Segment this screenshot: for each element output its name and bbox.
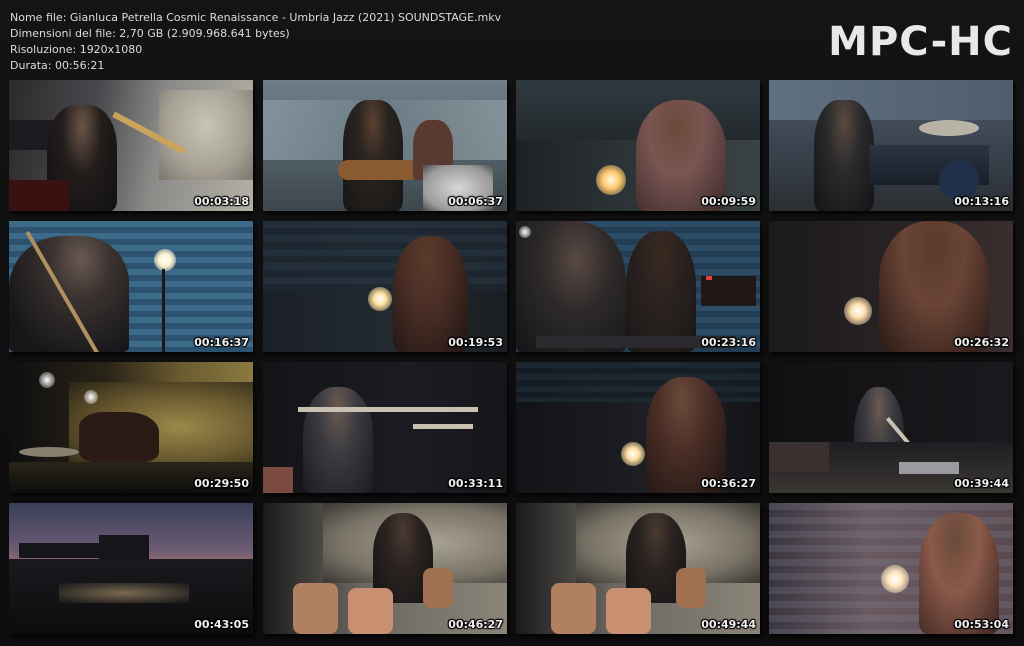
- video-frame: [516, 80, 760, 211]
- thumbnail-sheet: Nome file: Gianluca Petrella Cosmic Rena…: [0, 0, 1024, 646]
- video-frame: [263, 503, 507, 634]
- thumbnail: 00:09:59: [516, 80, 760, 211]
- thumbnail: 00:43:05: [9, 503, 253, 634]
- timestamp: 00:36:27: [701, 477, 756, 490]
- thumbnail: 00:19:53: [263, 221, 507, 352]
- video-frame: [263, 362, 507, 493]
- timestamp: 00:46:27: [448, 618, 503, 631]
- video-frame: [9, 503, 253, 634]
- thumbnail: 00:49:44: [516, 503, 760, 634]
- video-frame: [9, 362, 253, 493]
- timestamp: 00:13:16: [954, 195, 1009, 208]
- thumbnail: 00:13:16: [769, 80, 1013, 211]
- timestamp: 00:23:16: [701, 336, 756, 349]
- mpc-hc-logo: MPC-HC: [828, 19, 1013, 65]
- thumbnail: 00:26:32: [769, 221, 1013, 352]
- video-frame: [9, 221, 253, 352]
- video-frame: [516, 221, 760, 352]
- thumbnail: 00:33:11: [263, 362, 507, 493]
- thumbnail: 00:23:16: [516, 221, 760, 352]
- file-info: Nome file: Gianluca Petrella Cosmic Rena…: [10, 10, 501, 74]
- thumbnail: 00:06:37: [263, 80, 507, 211]
- thumbnail: 00:29:50: [9, 362, 253, 493]
- thumbnail: 00:46:27: [263, 503, 507, 634]
- timestamp: 00:29:50: [194, 477, 249, 490]
- video-frame: [516, 503, 760, 634]
- timestamp: 00:49:44: [701, 618, 756, 631]
- video-frame: [769, 221, 1013, 352]
- timestamp: 00:09:59: [701, 195, 756, 208]
- resolution-line: Risoluzione: 1920x1080: [10, 43, 143, 56]
- thumbnail: 00:53:04: [769, 503, 1013, 634]
- timestamp: 00:06:37: [448, 195, 503, 208]
- timestamp: 00:43:05: [194, 618, 249, 631]
- timestamp: 00:03:18: [194, 195, 249, 208]
- timestamp: 00:26:32: [954, 336, 1009, 349]
- thumbnail: 00:03:18: [9, 80, 253, 211]
- file-size-line: Dimensioni del file: 2,70 GB (2.909.968.…: [10, 27, 290, 40]
- video-frame: [769, 362, 1013, 493]
- thumbnail-grid: 00:03:18 00:06:37 00:09:59 00:13:16 00:1…: [9, 80, 1015, 636]
- timestamp: 00:19:53: [448, 336, 503, 349]
- timestamp: 00:16:37: [194, 336, 249, 349]
- thumbnail: 00:36:27: [516, 362, 760, 493]
- timestamp: 00:53:04: [954, 618, 1009, 631]
- video-frame: [263, 221, 507, 352]
- file-name-line: Nome file: Gianluca Petrella Cosmic Rena…: [10, 11, 502, 24]
- video-frame: [769, 80, 1013, 211]
- timestamp: 00:39:44: [954, 477, 1009, 490]
- timestamp: 00:33:11: [448, 477, 503, 490]
- video-frame: [516, 362, 760, 493]
- video-frame: [769, 503, 1013, 634]
- video-frame: [9, 80, 253, 211]
- duration-line: Durata: 00:56:21: [10, 59, 105, 72]
- thumbnail: 00:16:37: [9, 221, 253, 352]
- thumbnail: 00:39:44: [769, 362, 1013, 493]
- video-frame: [263, 80, 507, 211]
